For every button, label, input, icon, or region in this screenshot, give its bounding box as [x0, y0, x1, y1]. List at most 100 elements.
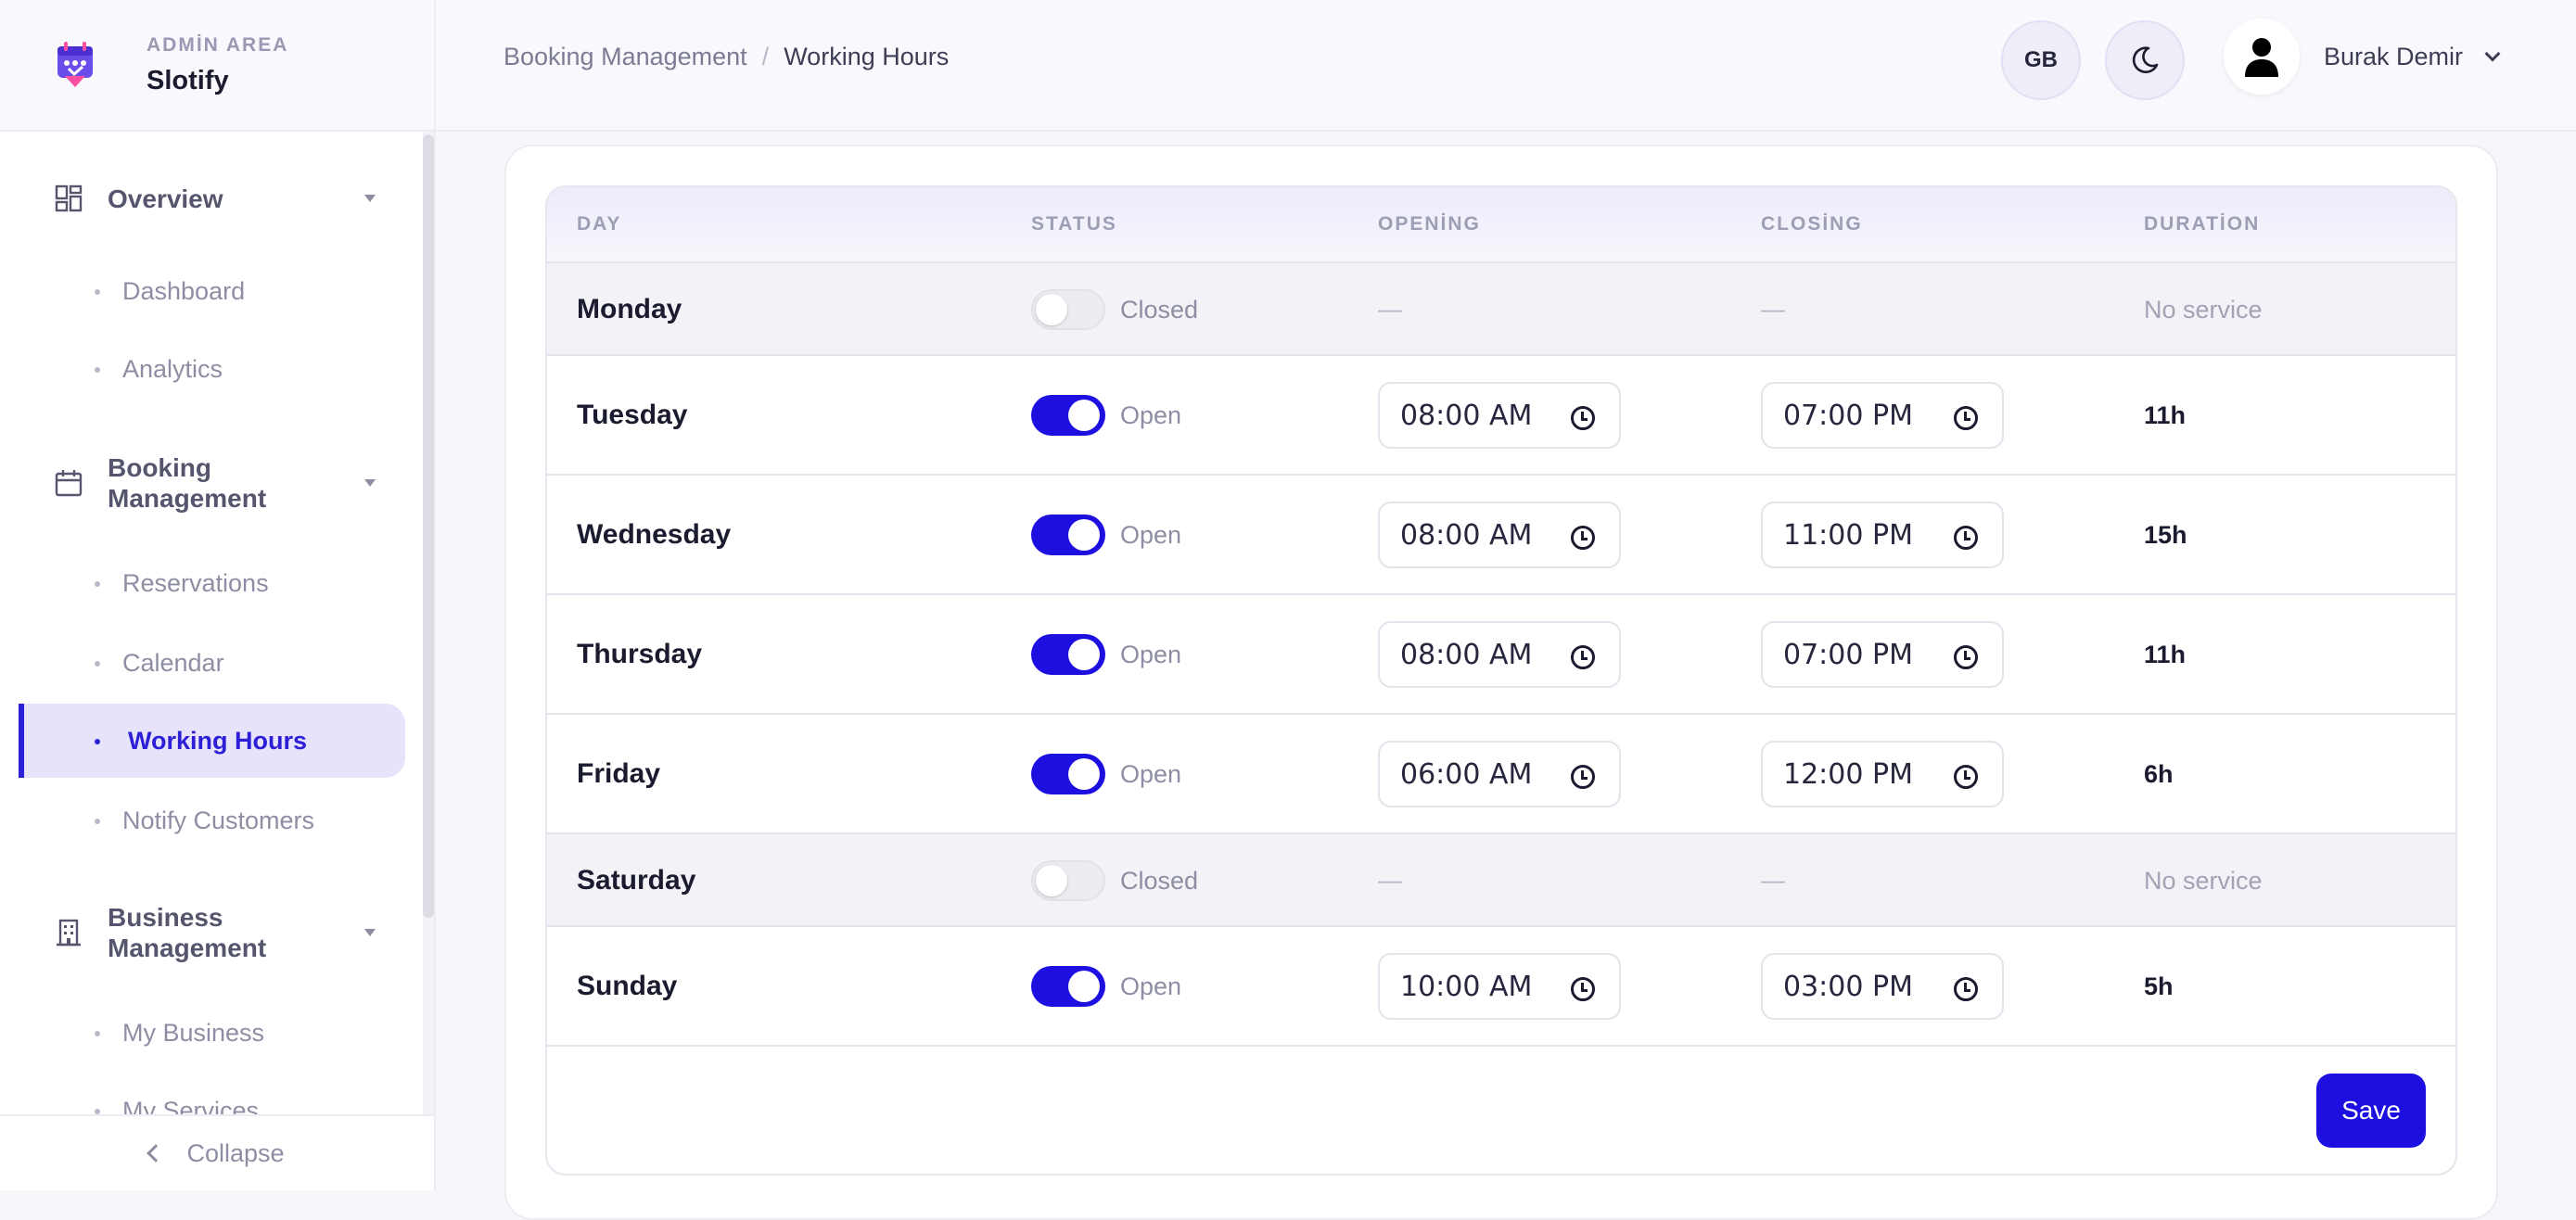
clock-icon[interactable]	[1571, 977, 1595, 1001]
opening-time-value: 08:00 AM	[1400, 638, 1533, 671]
clock-icon[interactable]	[1571, 406, 1595, 430]
closing-time-input[interactable]: 07:00 PM	[1761, 382, 2004, 449]
bullet-icon	[95, 1031, 100, 1036]
save-button[interactable]: Save	[2316, 1074, 2426, 1148]
app-logo-icon	[57, 42, 93, 87]
day-name: Saturday	[577, 865, 696, 896]
save-label: Save	[2341, 1096, 2401, 1125]
status-label: Open	[1120, 641, 1182, 668]
table-row: Friday Open 06:00 AM 12:00 PM 6h	[547, 715, 2455, 834]
language-button[interactable]: GB	[2001, 20, 2081, 100]
clock-icon[interactable]	[1954, 765, 1978, 789]
table-row: Tuesday Open 08:00 AM 07:00 PM 11h	[547, 356, 2455, 476]
open-toggle[interactable]	[1031, 289, 1105, 330]
closing-time-input[interactable]: 07:00 PM	[1761, 621, 2004, 688]
opening-time-value: 08:00 AM	[1400, 399, 1533, 432]
opening-time-input[interactable]: 10:00 AM	[1378, 953, 1621, 1020]
brand: ADMİN AREA Slotify	[0, 0, 434, 132]
closing-time-value: 11:00 PM	[1783, 518, 1913, 552]
open-toggle[interactable]	[1031, 634, 1105, 675]
closing-time-input[interactable]: 12:00 PM	[1761, 741, 2004, 807]
sidebar-nav: Overview Dashboard Analytics Booking Man…	[0, 132, 436, 1114]
column-header-status: STATUS	[1031, 213, 1117, 235]
user-name: Burak Demir	[2324, 42, 2464, 70]
clock-icon[interactable]	[1954, 645, 1978, 669]
nav-group-label: Overview	[108, 184, 223, 213]
theme-toggle-button[interactable]	[2105, 20, 2185, 100]
sidebar: ADMİN AREA Slotify Overview Dashboard An…	[0, 0, 436, 1190]
sidebar-item-dashboard[interactable]: Dashboard	[19, 254, 405, 328]
status-label: Open	[1120, 972, 1182, 1000]
toggle-knob	[1068, 400, 1100, 431]
dashboard-grid-icon	[55, 184, 83, 212]
duration-value: 11h	[2144, 641, 2187, 668]
sidebar-item-notify-customers[interactable]: Notify Customers	[19, 783, 405, 858]
closing-time-input[interactable]: 03:00 PM	[1761, 953, 2004, 1020]
duration-value: 5h	[2144, 972, 2174, 1000]
clock-icon[interactable]	[1954, 406, 1978, 430]
opening-time-input[interactable]: 06:00 AM	[1378, 741, 1621, 807]
duration-value: 11h	[2144, 401, 2187, 429]
collapse-button[interactable]: Collapse	[0, 1114, 434, 1190]
toggle-knob	[1068, 639, 1100, 670]
sidebar-item-calendar[interactable]: Calendar	[19, 626, 405, 700]
sidebar-item-analytics[interactable]: Analytics	[19, 332, 405, 406]
caret-down-icon	[364, 195, 376, 202]
sidebar-item-my-business[interactable]: My Business	[19, 996, 405, 1070]
sidebar-item-reservations[interactable]: Reservations	[19, 546, 405, 620]
clock-icon[interactable]	[1954, 977, 1978, 1001]
open-toggle[interactable]	[1031, 754, 1105, 794]
column-header-duration: DURATİON	[2144, 213, 2261, 235]
opening-time-value: 08:00 AM	[1400, 518, 1533, 552]
day-name: Wednesday	[577, 519, 732, 550]
user-icon	[2245, 38, 2278, 77]
open-toggle[interactable]	[1031, 515, 1105, 555]
status-label: Open	[1120, 401, 1182, 429]
working-hours-table: DAY STATUS OPENİNG CLOSİNG DURATİON Mond…	[545, 185, 2457, 1176]
status-label: Open	[1120, 521, 1182, 549]
breadcrumb-booking-management[interactable]: Booking Management	[504, 43, 747, 71]
day-name: Monday	[577, 294, 682, 324]
breadcrumb-separator: /	[761, 43, 770, 70]
nav-group-business-management[interactable]: Business Management	[0, 900, 417, 965]
closing-time-value: 07:00 PM	[1783, 399, 1913, 432]
closing-time-input[interactable]: 11:00 PM	[1761, 502, 2004, 568]
open-toggle[interactable]	[1031, 966, 1105, 1007]
day-name: Friday	[577, 758, 661, 789]
sidebar-item-my-services[interactable]: My Services	[19, 1074, 405, 1114]
bullet-icon	[95, 367, 100, 373]
column-header-opening: OPENİNG	[1378, 213, 1481, 235]
clock-icon[interactable]	[1954, 526, 1978, 550]
user-menu[interactable]: Burak Demir	[2224, 19, 2501, 95]
opening-time-input[interactable]: 08:00 AM	[1378, 382, 1621, 449]
clock-icon[interactable]	[1571, 765, 1595, 789]
open-toggle[interactable]	[1031, 395, 1105, 436]
closing-time-value: 03:00 PM	[1783, 970, 1913, 1003]
table-row: Sunday Open 10:00 AM 03:00 PM 5h	[547, 927, 2455, 1047]
bullet-icon	[95, 661, 100, 667]
nav-group-overview[interactable]: Overview	[0, 180, 417, 217]
sidebar-item-working-hours[interactable]: Working Hours	[19, 704, 405, 778]
clock-icon[interactable]	[1571, 645, 1595, 669]
nav-group-label: Business Management	[108, 903, 267, 962]
breadcrumb-working-hours: Working Hours	[784, 43, 950, 70]
status-label: Closed	[1120, 867, 1199, 895]
open-toggle[interactable]	[1031, 860, 1105, 901]
avatar	[2224, 19, 2300, 95]
nav-group-booking-management[interactable]: Booking Management	[0, 451, 417, 515]
table-header: DAY STATUS OPENİNG CLOSİNG DURATİON	[547, 187, 2455, 263]
closing-time-value: 12:00 PM	[1783, 757, 1913, 791]
table-row: Saturday Closed — — No service	[547, 834, 2455, 927]
opening-empty: —	[1378, 866, 1402, 894]
column-header-day: DAY	[577, 213, 622, 235]
sidebar-scrollbar-thumb[interactable]	[423, 134, 434, 918]
table-row: Wednesday Open 08:00 AM 11:00 PM 15h	[547, 476, 2455, 595]
opening-time-input[interactable]: 08:00 AM	[1378, 621, 1621, 688]
toggle-knob	[1068, 758, 1100, 790]
clock-icon[interactable]	[1571, 526, 1595, 550]
day-name: Thursday	[577, 639, 703, 669]
toggle-knob	[1036, 294, 1067, 325]
opening-time-input[interactable]: 08:00 AM	[1378, 502, 1621, 568]
opening-empty: —	[1378, 295, 1402, 323]
duration-value: 15h	[2144, 521, 2187, 549]
